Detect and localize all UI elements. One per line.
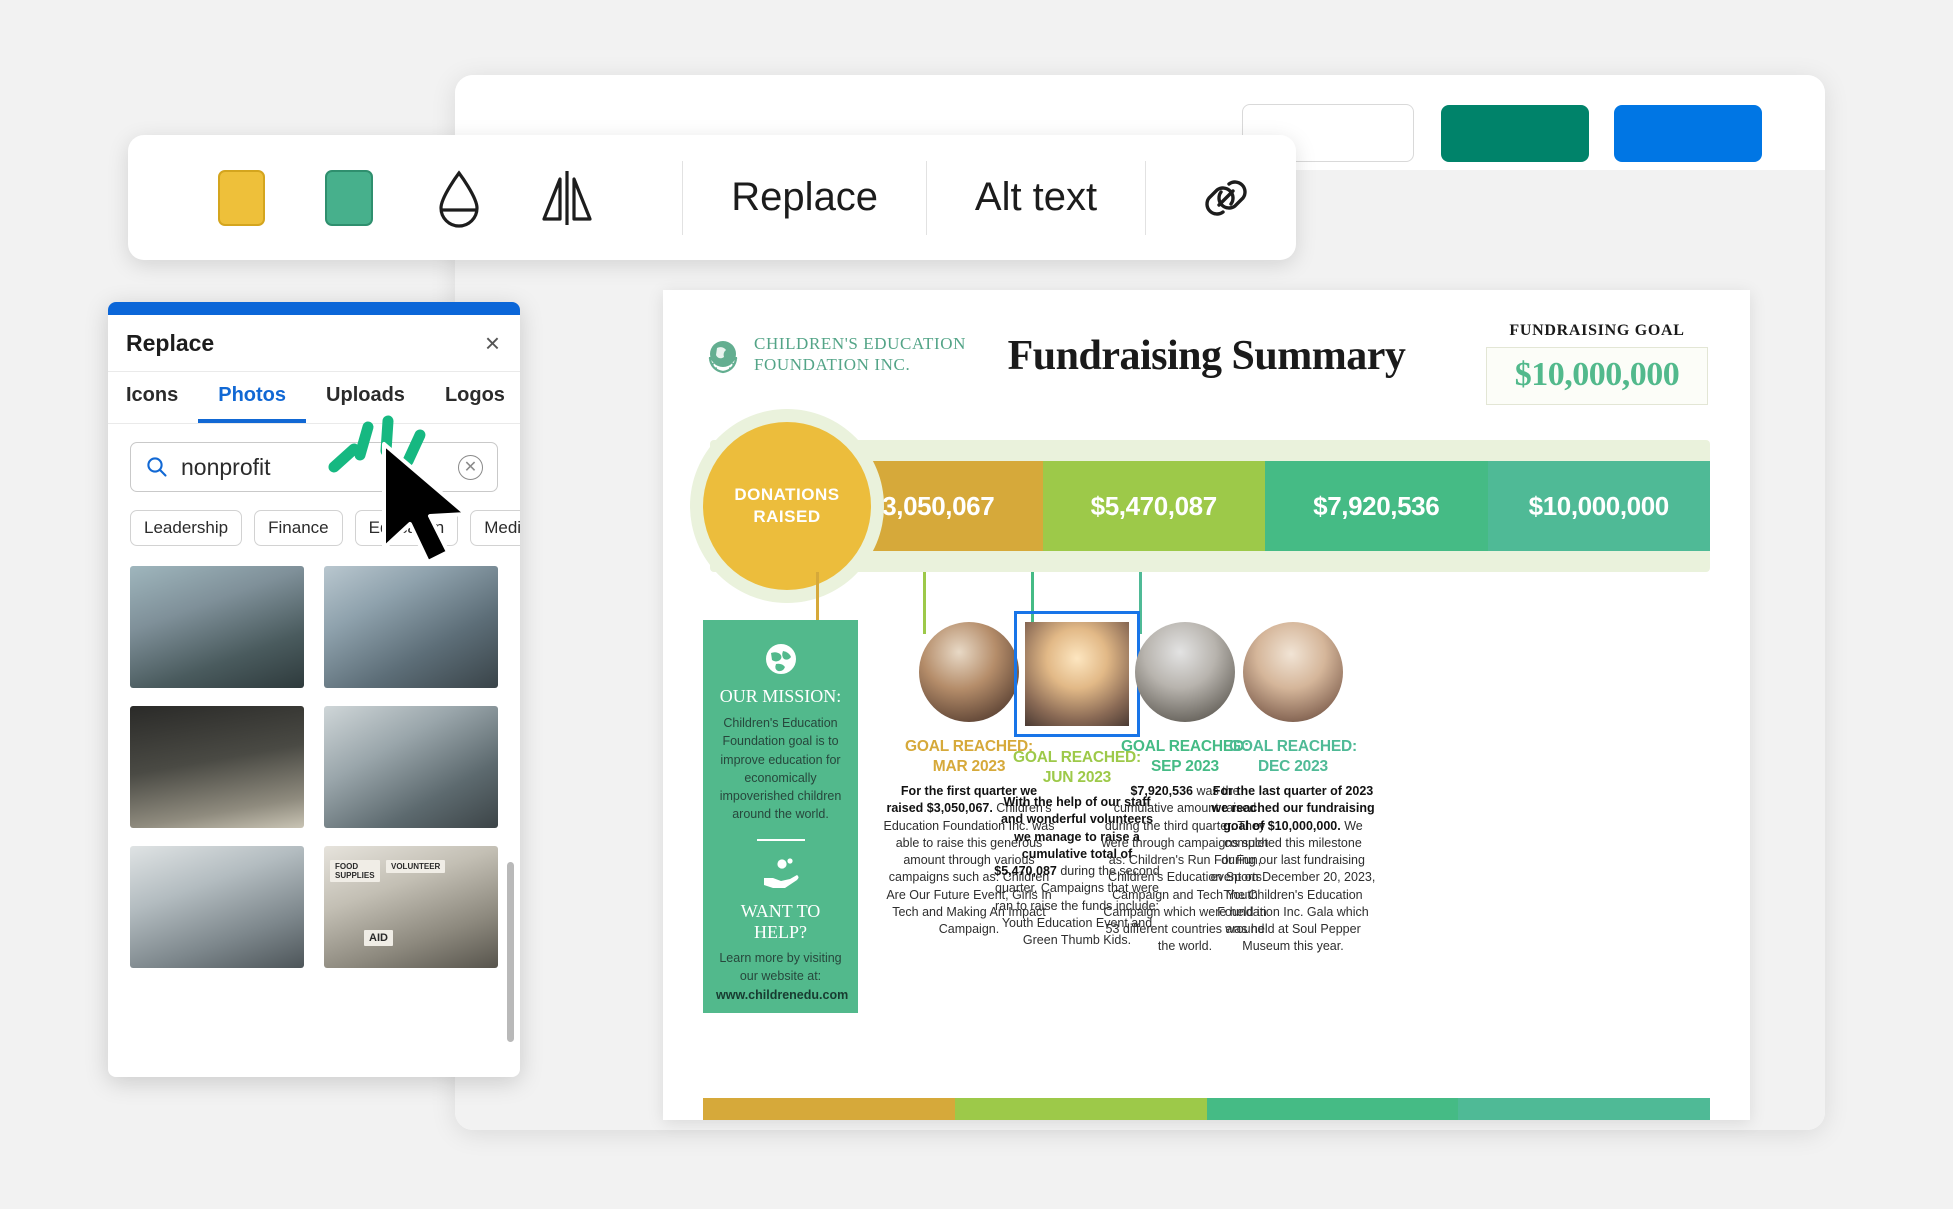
- mission-card: OUR MISSION: Children's Education Founda…: [703, 620, 858, 1013]
- screenshot-root: Replace Alt text Replace × Icons Photos …: [0, 0, 1953, 1209]
- panel-header: Replace ×: [108, 315, 520, 372]
- mission-heading: OUR MISSION:: [719, 686, 842, 706]
- tab-icons[interactable]: Icons: [126, 372, 198, 423]
- help-heading: WANT TO HELP?: [740, 901, 821, 942]
- progress-segment-q3: $7,920,536: [1265, 461, 1488, 551]
- progress-segment-q2: $5,470,087: [1042, 461, 1265, 551]
- document-header: CHILDREN'S EDUCATION FOUNDATION INC. Fun…: [663, 290, 1750, 405]
- alt-text-button[interactable]: Alt text: [959, 175, 1113, 220]
- panel-tabs: Icons Photos Uploads Logos: [108, 372, 520, 424]
- thumb-caption: VOLUNTEER: [386, 860, 446, 873]
- photo-thumbnail[interactable]: [324, 706, 498, 828]
- hand-coin-icon: [763, 858, 798, 888]
- globe-icon: [765, 644, 796, 674]
- q4-body-rest: We completed this milestone during our l…: [1210, 818, 1376, 954]
- photo-results-grid: FOOD SUPPLIES VOLUNTEER AID: [108, 546, 520, 968]
- bottom-strip-seg-1: [703, 1098, 955, 1120]
- search-input-value: nonprofit: [181, 453, 271, 480]
- tab-uploads[interactable]: Uploads: [306, 372, 425, 423]
- panel-title: Replace: [126, 329, 215, 356]
- help-url: www.childrenedu.com: [716, 987, 849, 1002]
- yellow-color-swatch[interactable]: [218, 169, 266, 226]
- topbar-blue-button[interactable]: [1614, 105, 1762, 162]
- photo-thumbnail[interactable]: [130, 566, 304, 688]
- chip-finance[interactable]: Finance: [254, 510, 343, 546]
- topbar-green-button[interactable]: [1441, 105, 1589, 162]
- q4-head-line2: DEC 2023: [1258, 757, 1328, 775]
- document-bottom-strip: [703, 1098, 1710, 1120]
- toolbar-divider-2: [926, 160, 927, 235]
- fundraising-goal-box: $10,000,000: [1486, 347, 1708, 405]
- progress-segment-q4: $10,000,000: [1487, 461, 1710, 551]
- tab-logos[interactable]: Logos: [425, 372, 520, 423]
- toolbar-divider-1: [682, 160, 684, 235]
- replace-button[interactable]: Replace: [715, 175, 894, 220]
- photo-thumbnail[interactable]: FOOD SUPPLIES VOLUNTEER AID: [324, 846, 498, 968]
- filter-chips: Leadership Finance Education Medical: [108, 492, 520, 546]
- thumb-caption: AID: [364, 930, 393, 946]
- search-section: nonprofit ✕: [108, 424, 520, 492]
- donations-raised-line1: DONATIONS: [734, 484, 840, 504]
- transparency-droplet-icon[interactable]: [433, 167, 485, 229]
- photo-thumbnail[interactable]: [130, 706, 304, 828]
- mission-body: Children's Education Foundation goal is …: [719, 716, 842, 822]
- quarter-column-q4: GOAL REACHED: DEC 2023 For the last quar…: [1207, 620, 1379, 956]
- quarter-photo-q4[interactable]: [1243, 622, 1343, 722]
- thumb-caption: FOOD SUPPLIES: [330, 860, 380, 882]
- q3-body-bold: $7,920,536: [1130, 784, 1193, 799]
- chip-education[interactable]: Education: [354, 510, 459, 546]
- photo-thumbnail[interactable]: [130, 846, 304, 968]
- chip-leadership[interactable]: Leadership: [130, 510, 243, 546]
- chip-medical[interactable]: Medical: [470, 510, 520, 546]
- fundraising-goal-block: FUNDRAISING GOAL $10,000,000: [1486, 322, 1708, 405]
- bottom-strip-seg-2: [954, 1098, 1207, 1120]
- link-icon[interactable]: [1196, 167, 1256, 229]
- donations-raised-line2: RAISED: [753, 507, 821, 526]
- quarter-body-q4: For the last quarter of 2023 we reached …: [1207, 783, 1379, 956]
- close-icon[interactable]: ×: [485, 330, 500, 356]
- fundraising-goal-value: $10,000,000: [1514, 356, 1680, 393]
- flip-horizontal-icon[interactable]: [539, 167, 595, 229]
- panel-accent-bar: [108, 302, 520, 315]
- quarter-heading-q4: GOAL REACHED: DEC 2023: [1207, 737, 1379, 776]
- infographic-document: CHILDREN'S EDUCATION FOUNDATION INC. Fun…: [663, 290, 1750, 1120]
- donations-raised-circle: DONATIONS RAISED: [703, 422, 871, 590]
- q4-head-line1: GOAL REACHED:: [1228, 738, 1357, 755]
- mission-divider: [756, 838, 805, 841]
- panel-scrollbar[interactable]: [507, 862, 514, 1042]
- clear-icon[interactable]: ✕: [458, 454, 483, 480]
- search-input[interactable]: nonprofit ✕: [130, 442, 498, 492]
- bottom-strip-seg-4: [1458, 1098, 1710, 1120]
- progress-segments: $3,050,067 $5,470,087 $7,920,536 $10,000…: [820, 461, 1710, 551]
- green-color-swatch[interactable]: [325, 169, 373, 226]
- tab-photos[interactable]: Photos: [198, 372, 307, 423]
- photo-thumbnail[interactable]: [324, 566, 498, 688]
- help-body: Learn more by visiting our website at:: [719, 951, 842, 984]
- toolbar-divider-3: [1145, 160, 1146, 235]
- progress-bar-chart: $3,050,067 $5,470,087 $7,920,536 $10,000…: [703, 422, 1710, 590]
- image-toolbar: Replace Alt text: [128, 135, 1296, 260]
- bottom-strip-seg-3: [1206, 1098, 1459, 1120]
- fundraising-goal-label: FUNDRAISING GOAL: [1509, 322, 1685, 339]
- replace-panel: Replace × Icons Photos Uploads Logos non…: [108, 302, 520, 1077]
- search-icon: [147, 457, 167, 477]
